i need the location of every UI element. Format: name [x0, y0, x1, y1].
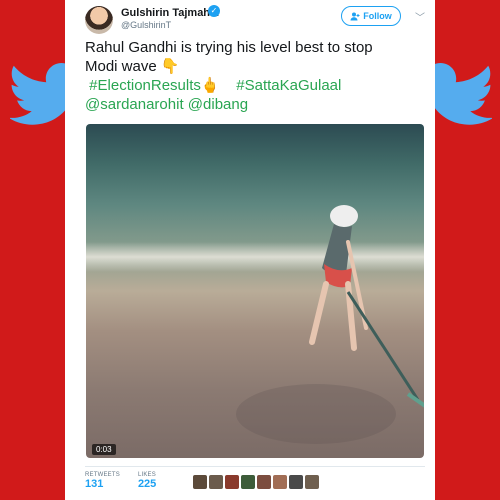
follow-label: Follow — [363, 11, 392, 21]
liker-avatar[interactable] — [273, 475, 287, 489]
liker-avatar[interactable] — [193, 475, 207, 489]
liker-avatar[interactable] — [305, 475, 319, 489]
pointing-down-emoji: 👇 — [160, 58, 180, 75]
liker-avatar[interactable] — [289, 475, 303, 489]
follow-button[interactable]: Follow — [341, 6, 401, 26]
divider — [85, 466, 425, 467]
avatar[interactable] — [85, 6, 113, 34]
author-handle[interactable]: @GulshirinT — [121, 20, 171, 30]
video-timecode: 0:03 — [92, 444, 116, 455]
likes-stat[interactable]: LIKES 225 — [138, 472, 156, 490]
tweet-stats: RETWEETS 131 LIKES 225 — [85, 472, 156, 490]
mention-link[interactable]: @dibang — [188, 96, 248, 113]
verified-icon: ✓ — [208, 5, 220, 17]
liker-avatar[interactable] — [257, 475, 271, 489]
retweets-stat[interactable]: RETWEETS 131 — [85, 472, 120, 490]
liker-avatar[interactable] — [225, 475, 239, 489]
likes-count: 225 — [137, 478, 157, 490]
add-user-icon — [350, 12, 360, 20]
middle-finger-emoji: 🖕 — [200, 77, 220, 94]
liker-avatar[interactable] — [209, 475, 223, 489]
hashtag-link[interactable]: #ElectionResults — [89, 77, 201, 94]
liker-avatar[interactable] — [241, 475, 255, 489]
hashtag-link[interactable]: #SattaKaGulaal — [236, 77, 341, 94]
video-frame — [236, 205, 424, 444]
tweet-card: Gulshirin Tajmahal ✓ @GulshirinT Follow … — [65, 0, 435, 500]
video-player[interactable]: 0:03 — [86, 124, 424, 458]
tweet-line: Rahul Gandhi is trying his level best to… — [85, 39, 373, 56]
chevron-down-icon[interactable]: ﹀ — [415, 9, 425, 24]
liker-avatars — [193, 475, 319, 489]
mention-link[interactable]: @sardanarohit — [85, 96, 184, 113]
author-name[interactable]: Gulshirin Tajmahal — [121, 7, 219, 19]
tweet-text: Rahul Gandhi is trying his level best to… — [85, 38, 425, 114]
retweets-count: 131 — [85, 478, 104, 490]
tweet-line: Modi wave — [85, 58, 157, 75]
